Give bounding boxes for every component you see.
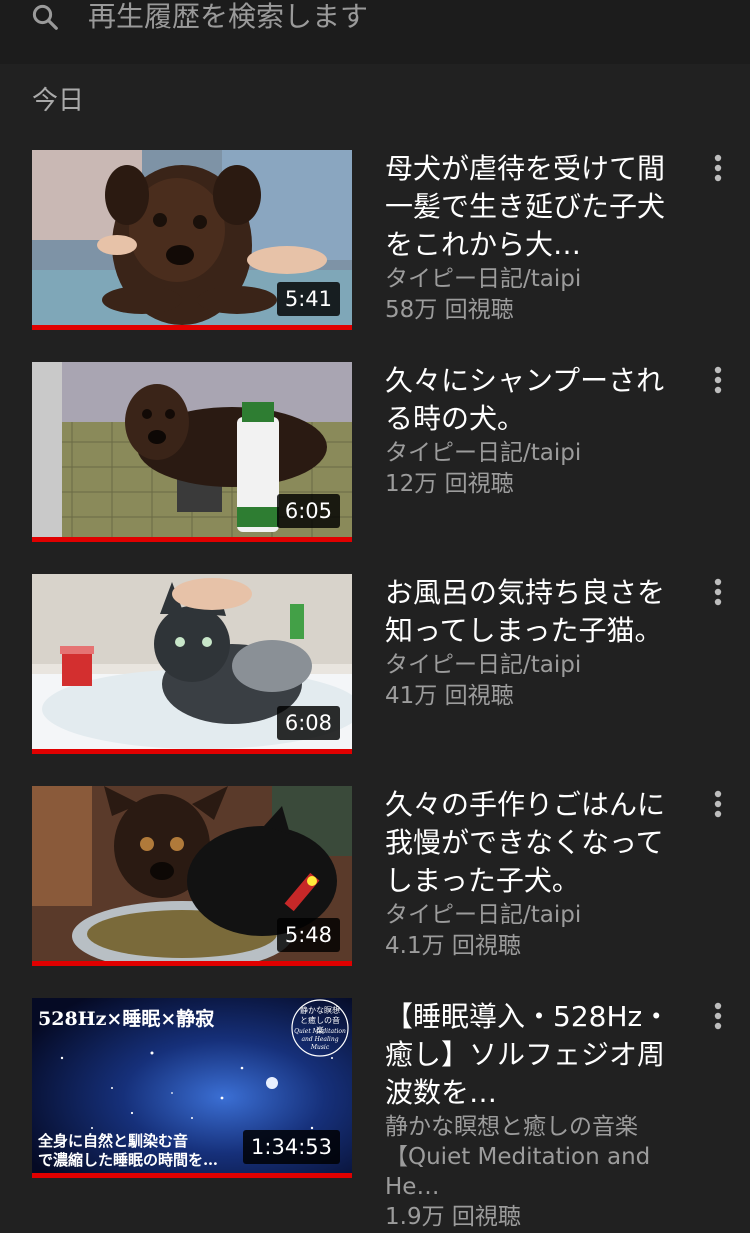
more-options-button[interactable]: [700, 998, 736, 1034]
more-vert-icon: [714, 578, 722, 606]
watch-progress-bar: [32, 537, 352, 542]
video-duration: 6:08: [276, 706, 340, 740]
video-duration: 6:05: [276, 494, 340, 528]
view-count: 1.9万 回視聴: [385, 1204, 521, 1230]
view-count: 4.1万 回視聴: [385, 933, 521, 959]
more-options-button[interactable]: [700, 574, 736, 610]
channel-name: タイピー日記/taipi: [385, 440, 582, 466]
video-duration: 5:41: [276, 282, 340, 316]
video-item[interactable]: 528Hz×睡眠×静寂 静かな瞑想と癒しの音楽 Quiet Meditation…: [0, 998, 750, 1230]
video-title[interactable]: 久々の手作りごはんに我慢ができなくなってしまった子犬。: [385, 786, 685, 900]
search-input[interactable]: [88, 0, 708, 38]
view-count: 12万 回視聴: [385, 471, 514, 497]
video-title[interactable]: 母犬が虐待を受けて間一髪で生き延びた子犬をこれから大…: [385, 150, 685, 264]
channel-name: タイピー日記/taipi: [385, 266, 582, 292]
video-meta: 久々の手作りごはんに我慢ができなくなってしまった子犬。 タイピー日記/taipi…: [385, 786, 685, 962]
thumbnail-headline: 528Hz×睡眠×静寂: [38, 1008, 215, 1030]
video-item[interactable]: 5:41 母犬が虐待を受けて間一髪で生き延びた子犬をこれから大… タイピー日記/…: [0, 150, 750, 362]
view-count: 41万 回視聴: [385, 683, 514, 709]
video-title[interactable]: 久々にシャンプーされる時の犬。: [385, 362, 685, 438]
video-thumbnail[interactable]: 6:05: [32, 362, 352, 542]
more-vert-icon: [714, 154, 722, 182]
view-count: 58万 回視聴: [385, 297, 514, 323]
more-options-button[interactable]: [700, 362, 736, 398]
more-options-button[interactable]: [700, 786, 736, 822]
video-meta: 久々にシャンプーされる時の犬。 タイピー日記/taipi 12万 回視聴: [385, 362, 685, 500]
video-thumbnail[interactable]: 5:41: [32, 150, 352, 330]
channel-name: タイピー日記/taipi: [385, 652, 582, 678]
video-meta: 母犬が虐待を受けて間一髪で生き延びた子犬をこれから大… タイピー日記/taipi…: [385, 150, 685, 326]
watch-progress-bar: [32, 961, 352, 966]
channel-name: 静かな瞑想と癒しの音楽【Quiet Meditation and He…: [385, 1114, 651, 1200]
video-duration: 1:34:53: [243, 1130, 340, 1164]
video-title[interactable]: 【睡眠導入・528Hz・癒し】ソルフェジオ周波数を…: [385, 998, 685, 1112]
more-options-button[interactable]: [700, 150, 736, 186]
video-thumbnail[interactable]: 5:48: [32, 786, 352, 966]
video-duration: 5:48: [276, 918, 340, 952]
more-vert-icon: [714, 790, 722, 818]
channel-name: タイピー日記/taipi: [385, 902, 582, 928]
video-item[interactable]: 5:48 久々の手作りごはんに我慢ができなくなってしまった子犬。 タイピー日記/…: [0, 786, 750, 998]
video-thumbnail[interactable]: 6:08: [32, 574, 352, 754]
thumbnail-caption-line2: で濃縮した睡眠の時間を…: [38, 1151, 219, 1169]
video-meta: お風呂の気持ち良さを知ってしまった子猫。 タイピー日記/taipi 41万 回視…: [385, 574, 685, 712]
video-item[interactable]: 6:08 お風呂の気持ち良さを知ってしまった子猫。 タイピー日記/taipi 4…: [0, 574, 750, 786]
more-vert-icon: [714, 1002, 722, 1030]
search-bar: [0, 0, 750, 64]
more-vert-icon: [714, 366, 722, 394]
watch-progress-bar: [32, 1173, 352, 1178]
thumbnail-caption-line1: 全身に自然と馴染む音: [38, 1132, 189, 1150]
search-icon[interactable]: [30, 2, 60, 32]
watch-progress-bar: [32, 325, 352, 330]
video-title[interactable]: お風呂の気持ち良さを知ってしまった子猫。: [385, 574, 685, 650]
video-item[interactable]: 6:05 久々にシャンプーされる時の犬。 タイピー日記/taipi 12万 回視…: [0, 362, 750, 574]
video-thumbnail[interactable]: 528Hz×睡眠×静寂 静かな瞑想と癒しの音楽 Quiet Meditation…: [32, 998, 352, 1178]
channel-badge-text-en: Quiet Meditation and Healing Music: [294, 1028, 346, 1051]
section-header-today: 今日: [32, 86, 85, 116]
watch-progress-bar: [32, 749, 352, 754]
